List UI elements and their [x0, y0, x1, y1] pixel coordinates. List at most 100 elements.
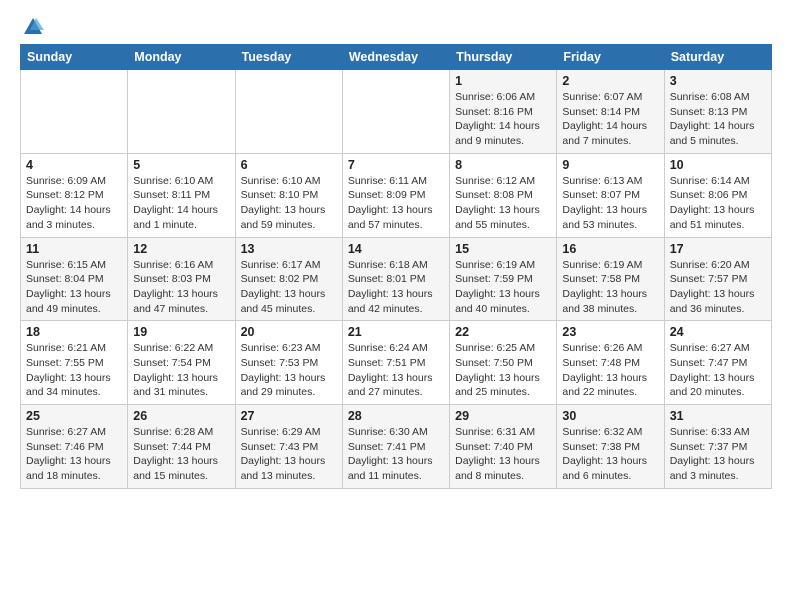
day-number: 3 — [670, 74, 766, 88]
calendar-cell: 6Sunrise: 6:10 AM Sunset: 8:10 PM Daylig… — [235, 153, 342, 237]
calendar-week-3: 11 Sunrise: 6:15 AM Sunset: 8:04 PM Dayli… — [21, 237, 772, 321]
day-number: 30 — [562, 409, 658, 423]
day-number: 13 — [241, 242, 337, 256]
day-info: Sunrise: 6:17 AM Sunset: 8:02 PM Dayligh… — [241, 258, 337, 317]
day-info: Sunrise: 6:13 AM Sunset: 8:07 PM Dayligh… — [562, 174, 658, 233]
calendar-cell: 29 Sunrise: 6:31 AM Sunset: 7:40 PM Dayli… — [450, 405, 557, 489]
calendar-cell: 31 Sunrise: 6:33 AM Sunset: 7:37 PM Dayli… — [664, 405, 771, 489]
day-number: 11 — [26, 242, 122, 256]
day-info: Sunrise: 6:10 AM Sunset: 8:11 PM Dayligh… — [133, 174, 229, 233]
calendar-cell: 19Sunrise: 6:22 AM Sunset: 7:54 PM Dayli… — [128, 321, 235, 405]
calendar-cell: 25 Sunrise: 6:27 AM Sunset: 7:46 PM Dayli… — [21, 405, 128, 489]
day-info: Sunrise: 6:15 AM Sunset: 8:04 PM Dayligh… — [26, 258, 122, 317]
day-info: Sunrise: 6:21 AM Sunset: 7:55 PM Dayligh… — [26, 341, 122, 400]
calendar-cell — [235, 70, 342, 154]
calendar-cell — [21, 70, 128, 154]
calendar-cell: 24Sunrise: 6:27 AM Sunset: 7:47 PM Dayli… — [664, 321, 771, 405]
day-info: Sunrise: 6:26 AM Sunset: 7:48 PM Dayligh… — [562, 341, 658, 400]
calendar-cell: 13 Sunrise: 6:17 AM Sunset: 8:02 PM Dayli… — [235, 237, 342, 321]
day-info: Sunrise: 6:11 AM Sunset: 8:09 PM Dayligh… — [348, 174, 444, 233]
page: SundayMondayTuesdayWednesdayThursdayFrid… — [0, 0, 792, 505]
day-info: Sunrise: 6:24 AM Sunset: 7:51 PM Dayligh… — [348, 341, 444, 400]
day-number: 28 — [348, 409, 444, 423]
day-info: Sunrise: 6:20 AM Sunset: 7:57 PM Dayligh… — [670, 258, 766, 317]
day-number: 18 — [26, 325, 122, 339]
calendar-cell: 1 Sunrise: 6:06 AM Sunset: 8:16 PM Daylig… — [450, 70, 557, 154]
day-info: Sunrise: 6:09 AM Sunset: 8:12 PM Dayligh… — [26, 174, 122, 233]
calendar-cell: 23 Sunrise: 6:26 AM Sunset: 7:48 PM Dayli… — [557, 321, 664, 405]
weekday-header-friday: Friday — [557, 45, 664, 70]
day-number: 14 — [348, 242, 444, 256]
day-info: Sunrise: 6:16 AM Sunset: 8:03 PM Dayligh… — [133, 258, 229, 317]
calendar-week-2: 4Sunrise: 6:09 AM Sunset: 8:12 PM Daylig… — [21, 153, 772, 237]
weekday-header-saturday: Saturday — [664, 45, 771, 70]
calendar-cell — [128, 70, 235, 154]
day-info: Sunrise: 6:30 AM Sunset: 7:41 PM Dayligh… — [348, 425, 444, 484]
calendar-cell: 10 Sunrise: 6:14 AM Sunset: 8:06 PM Dayli… — [664, 153, 771, 237]
weekday-header-thursday: Thursday — [450, 45, 557, 70]
day-info: Sunrise: 6:18 AM Sunset: 8:01 PM Dayligh… — [348, 258, 444, 317]
day-info: Sunrise: 6:14 AM Sunset: 8:06 PM Dayligh… — [670, 174, 766, 233]
calendar-cell: 14 Sunrise: 6:18 AM Sunset: 8:01 PM Dayli… — [342, 237, 449, 321]
day-number: 5 — [133, 158, 229, 172]
day-number: 27 — [241, 409, 337, 423]
day-info: Sunrise: 6:19 AM Sunset: 7:58 PM Dayligh… — [562, 258, 658, 317]
day-info: Sunrise: 6:23 AM Sunset: 7:53 PM Dayligh… — [241, 341, 337, 400]
calendar-week-1: 1 Sunrise: 6:06 AM Sunset: 8:16 PM Daylig… — [21, 70, 772, 154]
logo — [20, 16, 44, 38]
calendar-cell: 18 Sunrise: 6:21 AM Sunset: 7:55 PM Dayli… — [21, 321, 128, 405]
day-number: 1 — [455, 74, 551, 88]
day-info: Sunrise: 6:07 AM Sunset: 8:14 PM Dayligh… — [562, 90, 658, 149]
day-number: 16 — [562, 242, 658, 256]
weekday-header-wednesday: Wednesday — [342, 45, 449, 70]
day-info: Sunrise: 6:29 AM Sunset: 7:43 PM Dayligh… — [241, 425, 337, 484]
calendar: SundayMondayTuesdayWednesdayThursdayFrid… — [20, 44, 772, 489]
weekday-header-monday: Monday — [128, 45, 235, 70]
day-number: 2 — [562, 74, 658, 88]
calendar-cell: 7 Sunrise: 6:11 AM Sunset: 8:09 PM Daylig… — [342, 153, 449, 237]
day-info: Sunrise: 6:12 AM Sunset: 8:08 PM Dayligh… — [455, 174, 551, 233]
day-info: Sunrise: 6:19 AM Sunset: 7:59 PM Dayligh… — [455, 258, 551, 317]
calendar-cell: 16 Sunrise: 6:19 AM Sunset: 7:58 PM Dayli… — [557, 237, 664, 321]
calendar-week-5: 25 Sunrise: 6:27 AM Sunset: 7:46 PM Dayli… — [21, 405, 772, 489]
calendar-cell: 26Sunrise: 6:28 AM Sunset: 7:44 PM Dayli… — [128, 405, 235, 489]
day-number: 23 — [562, 325, 658, 339]
calendar-cell: 8 Sunrise: 6:12 AM Sunset: 8:08 PM Daylig… — [450, 153, 557, 237]
day-info: Sunrise: 6:27 AM Sunset: 7:47 PM Dayligh… — [670, 341, 766, 400]
day-number: 26 — [133, 409, 229, 423]
day-number: 25 — [26, 409, 122, 423]
calendar-cell: 9Sunrise: 6:13 AM Sunset: 8:07 PM Daylig… — [557, 153, 664, 237]
day-number: 31 — [670, 409, 766, 423]
calendar-cell: 21Sunrise: 6:24 AM Sunset: 7:51 PM Dayli… — [342, 321, 449, 405]
day-info: Sunrise: 6:25 AM Sunset: 7:50 PM Dayligh… — [455, 341, 551, 400]
day-number: 6 — [241, 158, 337, 172]
calendar-week-4: 18 Sunrise: 6:21 AM Sunset: 7:55 PM Dayli… — [21, 321, 772, 405]
calendar-cell: 12 Sunrise: 6:16 AM Sunset: 8:03 PM Dayli… — [128, 237, 235, 321]
day-info: Sunrise: 6:06 AM Sunset: 8:16 PM Dayligh… — [455, 90, 551, 149]
day-info: Sunrise: 6:32 AM Sunset: 7:38 PM Dayligh… — [562, 425, 658, 484]
day-info: Sunrise: 6:27 AM Sunset: 7:46 PM Dayligh… — [26, 425, 122, 484]
calendar-cell — [342, 70, 449, 154]
logo-icon — [22, 16, 44, 38]
day-info: Sunrise: 6:31 AM Sunset: 7:40 PM Dayligh… — [455, 425, 551, 484]
calendar-cell: 5 Sunrise: 6:10 AM Sunset: 8:11 PM Daylig… — [128, 153, 235, 237]
day-info: Sunrise: 6:08 AM Sunset: 8:13 PM Dayligh… — [670, 90, 766, 149]
day-number: 20 — [241, 325, 337, 339]
calendar-cell: 22Sunrise: 6:25 AM Sunset: 7:50 PM Dayli… — [450, 321, 557, 405]
day-number: 19 — [133, 325, 229, 339]
day-number: 29 — [455, 409, 551, 423]
day-number: 7 — [348, 158, 444, 172]
weekday-header-tuesday: Tuesday — [235, 45, 342, 70]
weekday-header-row: SundayMondayTuesdayWednesdayThursdayFrid… — [21, 45, 772, 70]
calendar-cell: 28 Sunrise: 6:30 AM Sunset: 7:41 PM Dayli… — [342, 405, 449, 489]
calendar-cell: 3 Sunrise: 6:08 AM Sunset: 8:13 PM Daylig… — [664, 70, 771, 154]
day-number: 15 — [455, 242, 551, 256]
calendar-cell: 11 Sunrise: 6:15 AM Sunset: 8:04 PM Dayli… — [21, 237, 128, 321]
day-number: 12 — [133, 242, 229, 256]
day-info: Sunrise: 6:33 AM Sunset: 7:37 PM Dayligh… — [670, 425, 766, 484]
day-number: 17 — [670, 242, 766, 256]
day-number: 10 — [670, 158, 766, 172]
calendar-cell: 15 Sunrise: 6:19 AM Sunset: 7:59 PM Dayli… — [450, 237, 557, 321]
day-number: 8 — [455, 158, 551, 172]
calendar-cell: 27 Sunrise: 6:29 AM Sunset: 7:43 PM Dayli… — [235, 405, 342, 489]
